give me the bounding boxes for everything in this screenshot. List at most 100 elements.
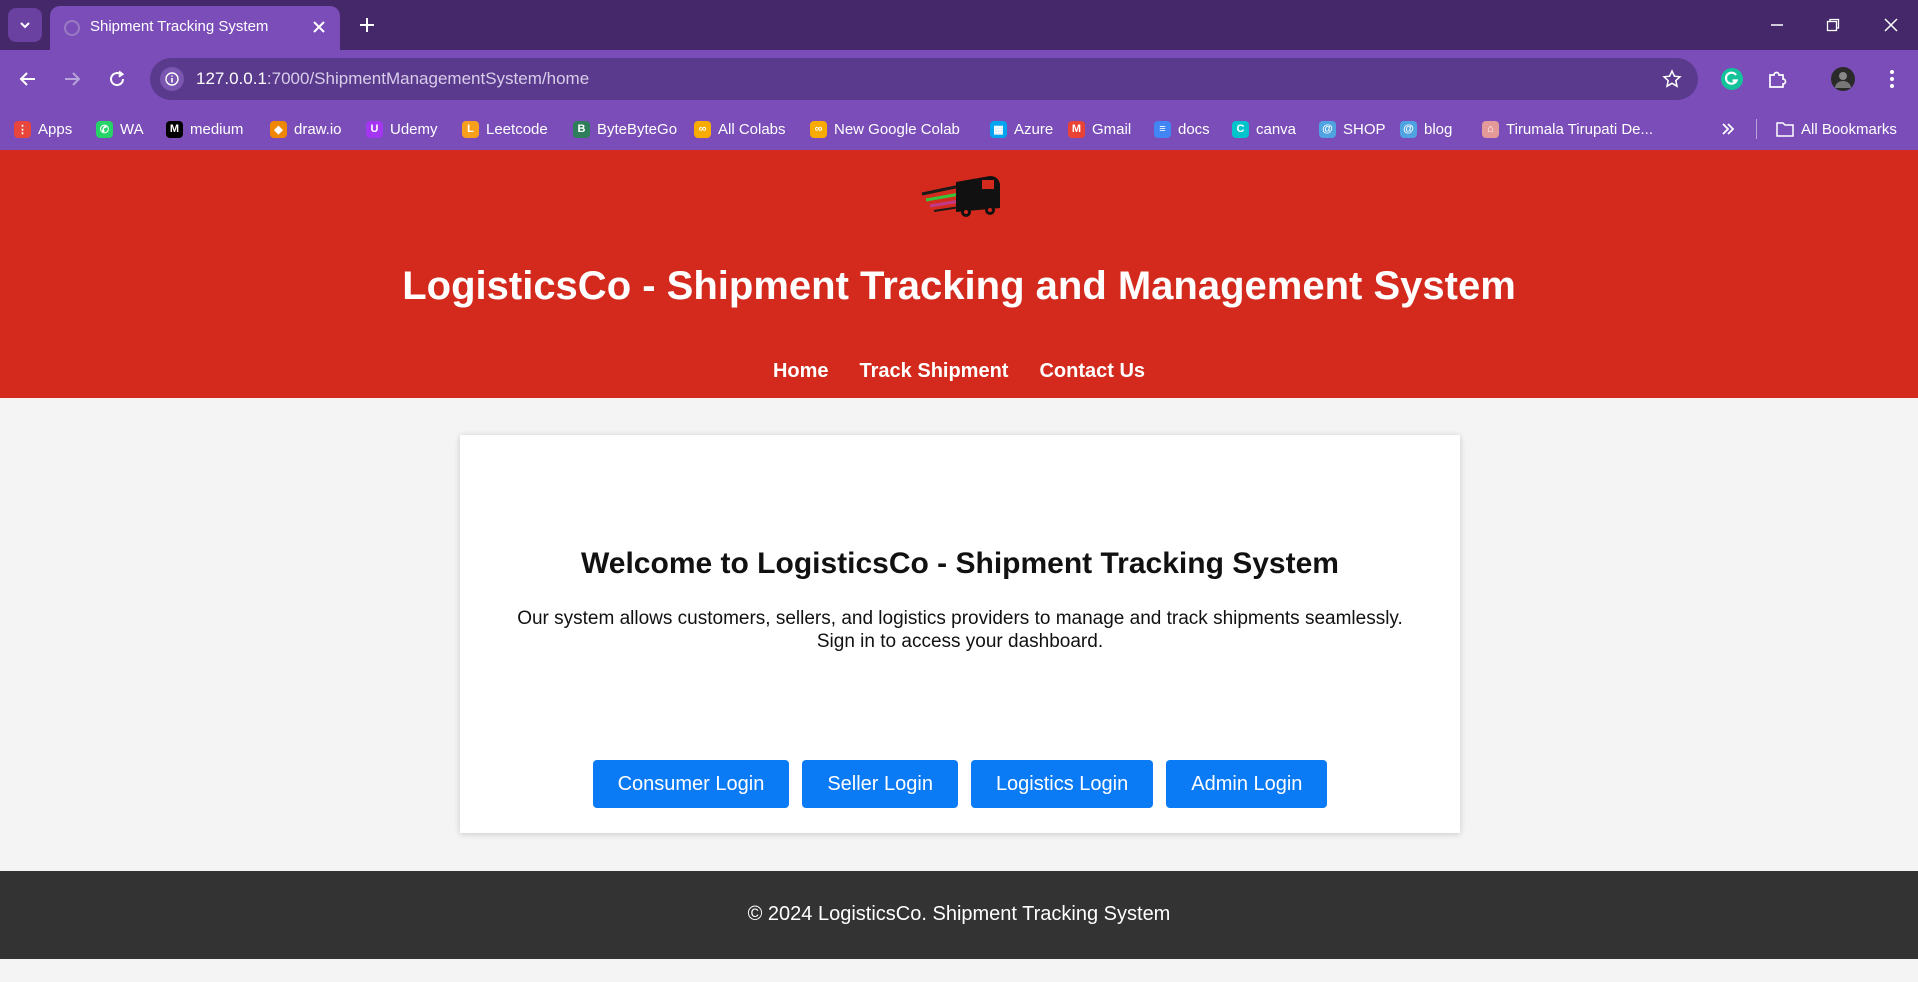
bookmark-label: ByteByteGo [597, 120, 678, 138]
bookmark-label: Azure [1014, 120, 1054, 138]
window-close-button[interactable] [1876, 10, 1906, 40]
bookmark-item[interactable]: @ blog [1400, 117, 1452, 141]
admin-login-button[interactable]: Admin Login [1166, 760, 1328, 808]
back-button[interactable] [12, 63, 44, 95]
address-bar[interactable]: 127.0.0.1:7000/ShipmentManagementSystem/… [150, 58, 1698, 100]
colab-icon: ∞ [810, 120, 827, 138]
url-path: :7000/ShipmentManagementSystem/home [266, 69, 590, 88]
new-tab-button[interactable] [352, 10, 382, 40]
bookmark-label: canva [1256, 120, 1297, 138]
reload-button[interactable] [101, 63, 133, 95]
consumer-login-button[interactable]: Consumer Login [592, 760, 790, 808]
temple-icon: ⌂ [1482, 120, 1499, 138]
arrow-left-icon [19, 72, 35, 86]
minimize-button[interactable] [1762, 10, 1792, 40]
docs-icon: ≡ [1154, 120, 1171, 138]
logistics-login-button[interactable]: Logistics Login [970, 760, 1154, 808]
bookmark-label: draw.io [294, 120, 342, 138]
minimize-icon [1771, 24, 1783, 26]
tab-search-button[interactable] [8, 8, 42, 42]
description-line-1: Our system allows customers, sellers, an… [517, 608, 1403, 629]
welcome-card: Welcome to LogisticsCo - Shipment Tracki… [460, 435, 1460, 833]
bookmark-label: blog [1424, 120, 1453, 138]
site-footer: © 2024 LogisticsCo. Shipment Tracking Sy… [0, 871, 1918, 959]
profile-avatar[interactable] [1827, 63, 1859, 95]
bookmark-label: medium [190, 120, 244, 138]
medium-icon: M [166, 120, 183, 138]
globe-icon [64, 20, 80, 36]
bookmark-star-icon[interactable] [1660, 67, 1684, 91]
drawio-icon: ◆ [270, 120, 287, 138]
bytebytego-icon: B [573, 120, 590, 138]
nav-home[interactable]: Home [773, 360, 829, 383]
colab-icon: ∞ [694, 120, 711, 138]
bookmark-label: Apps [38, 120, 73, 138]
chevron-down-icon [20, 22, 30, 29]
bookmark-item[interactable]: ✆ WA [96, 117, 144, 141]
site-title: LogisticsCo - Shipment Tracking and Mana… [402, 264, 1516, 308]
bookmark-item[interactable]: ∞ New Google Colab [810, 117, 960, 141]
whatsapp-icon: ✆ [96, 120, 113, 138]
bookmark-label: New Google Colab [834, 120, 960, 138]
url-text: 127.0.0.1:7000/ShipmentManagementSystem/… [196, 69, 589, 89]
login-buttons: Consumer Login Seller Login Logistics Lo… [460, 760, 1460, 808]
bookmark-label: docs [1178, 120, 1210, 138]
bookmark-label: SHOP [1343, 120, 1386, 138]
bookmark-item[interactable]: M Gmail [1068, 117, 1131, 141]
browser-toolbar: 127.0.0.1:7000/ShipmentManagementSystem/… [0, 50, 1918, 108]
welcome-heading: Welcome to LogisticsCo - Shipment Tracki… [581, 547, 1339, 580]
browser-menu-button[interactable] [1876, 63, 1908, 95]
folder-icon [1776, 122, 1794, 137]
footer-copyright: © 2024 LogisticsCo. Shipment Tracking Sy… [747, 903, 1171, 925]
bookmark-label: WA [120, 120, 144, 138]
udemy-icon: U [366, 120, 383, 138]
tab-title: Shipment Tracking System [90, 18, 269, 35]
site-info-icon[interactable] [160, 67, 184, 91]
tab-close-button[interactable] [308, 16, 330, 38]
seller-login-button[interactable]: Seller Login [802, 760, 958, 808]
browser-tab-strip: Shipment Tracking System [0, 0, 1918, 50]
restore-icon [1826, 18, 1840, 32]
spiral-icon: @ [1400, 120, 1417, 138]
bookmark-item[interactable]: ∞ All Colabs [694, 117, 786, 141]
plus-icon [360, 18, 374, 32]
more-bookmarks-button[interactable] [1712, 113, 1744, 145]
bookmarks-bar: ⋮ Apps ✆ WA Mmedium ◆ draw.io U Udemy L Leetcode B B… [0, 108, 1918, 150]
more-vertical-icon [1890, 70, 1894, 88]
all-bookmarks-folder[interactable]: All Bookmarks [1776, 117, 1897, 141]
canva-icon: C [1232, 120, 1249, 138]
bookmark-label: Udemy [390, 120, 438, 138]
spiral-icon: @ [1319, 120, 1336, 138]
truck-logo-icon [921, 176, 1000, 217]
bookmark-item[interactable]: B ByteByteGo [573, 117, 677, 141]
bookmark-label: Leetcode [486, 120, 548, 138]
close-icon [313, 21, 325, 33]
gmail-icon: M [1068, 120, 1085, 138]
url-host: 127.0.0.1 [196, 69, 267, 88]
nav-contact-us[interactable]: Contact Us [1039, 360, 1145, 383]
bookmark-label: All Colabs [718, 120, 786, 138]
bookmark-label: Gmail [1092, 120, 1132, 138]
bookmark-item[interactable]: Ccanva [1232, 117, 1296, 141]
restore-button[interactable] [1818, 10, 1848, 40]
nav-track-shipment[interactable]: Track Shipment [860, 360, 1009, 383]
bookmark-item[interactable]: @ SHOP [1319, 117, 1386, 141]
extensions-puzzle-icon[interactable] [1761, 63, 1793, 95]
grammarly-extension-icon[interactable] [1716, 63, 1748, 95]
bookmark-item[interactable]: Mmedium [166, 117, 243, 141]
main-nav: Home Track Shipment Contact Us [0, 360, 1918, 383]
bookmark-item[interactable]: L Leetcode [462, 117, 548, 141]
bookmark-item[interactable]: ⌂ Tirumala Tirupati De... [1482, 117, 1653, 141]
forward-button[interactable] [56, 63, 88, 95]
active-tab[interactable]: Shipment Tracking System [50, 6, 340, 50]
reload-icon [110, 70, 125, 87]
arrow-right-icon [65, 72, 81, 86]
welcome-description: Our system allows customers, sellers, an… [460, 607, 1460, 653]
bookmark-item[interactable]: ▦ Azure [990, 117, 1053, 141]
bookmark-item[interactable]: ⋮ Apps [14, 117, 72, 141]
bookmark-item[interactable]: ◆ draw.io [270, 117, 342, 141]
bookmark-item[interactable]: ≡ docs [1154, 117, 1210, 141]
bookmark-item[interactable]: U Udemy [366, 117, 438, 141]
leetcode-icon: L [462, 120, 479, 138]
all-bookmarks-label: All Bookmarks [1801, 120, 1897, 138]
